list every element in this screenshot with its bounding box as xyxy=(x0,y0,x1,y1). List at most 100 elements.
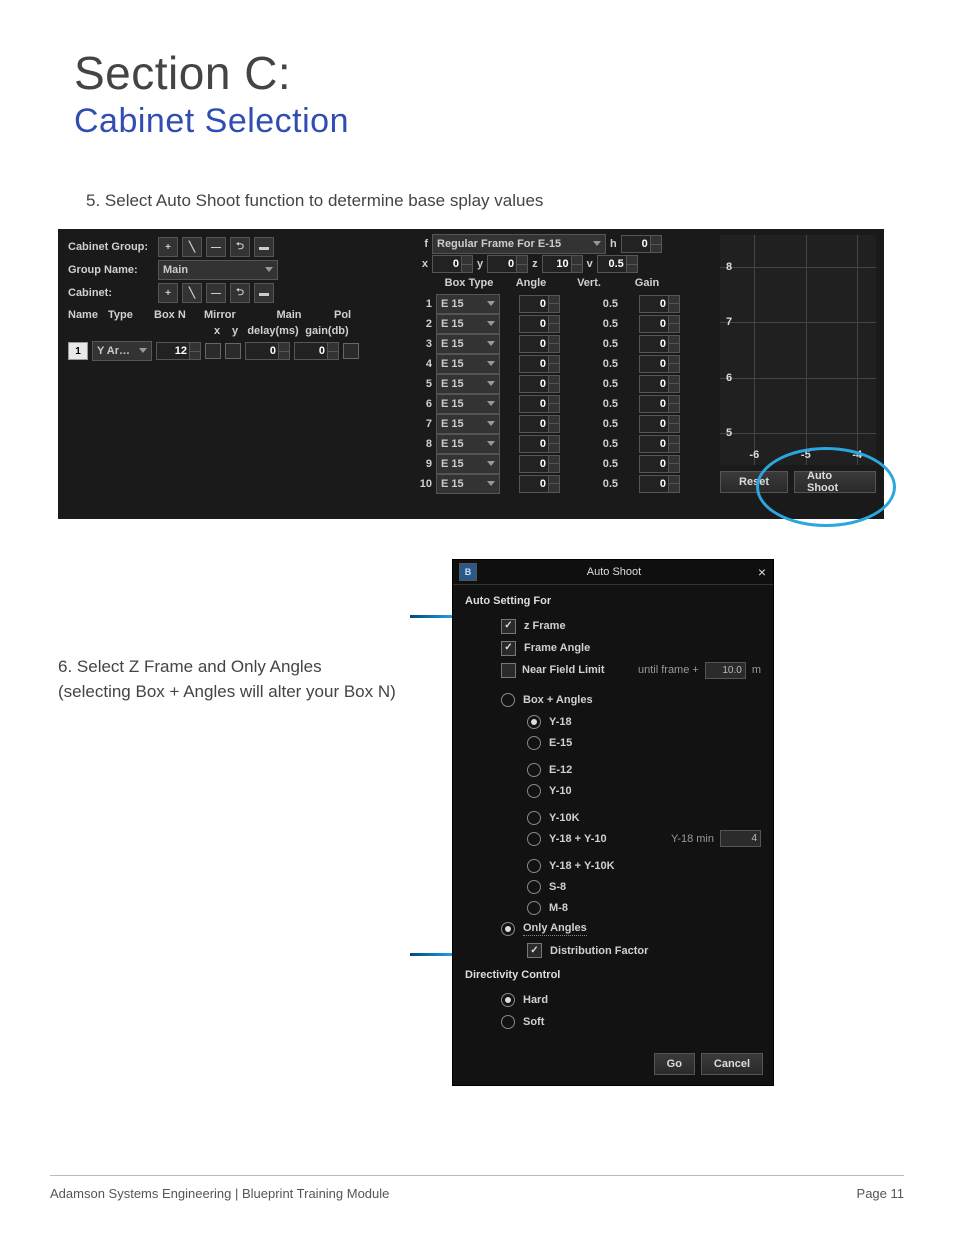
row-gain-spinner[interactable]: 0 xyxy=(639,315,680,333)
boxn-value[interactable]: 12 xyxy=(156,342,190,360)
arrow-icon[interactable]: ⮌ xyxy=(230,283,250,303)
box-type-select[interactable]: E 15 xyxy=(436,414,500,434)
h-value[interactable]: 0 xyxy=(621,235,651,253)
row-gain-value[interactable]: 0 xyxy=(639,435,669,453)
angle-spinner[interactable]: 0 xyxy=(519,475,560,493)
z-frame-checkbox[interactable] xyxy=(501,619,516,634)
angle-value[interactable]: 0 xyxy=(519,455,549,473)
row-gain-spinner[interactable]: 0 xyxy=(639,335,680,353)
line-icon[interactable]: ╲ xyxy=(182,283,202,303)
row-gain-spinner[interactable]: 0 xyxy=(639,475,680,493)
speaker-option-radio[interactable] xyxy=(527,811,541,825)
angle-spinner[interactable]: 0 xyxy=(519,395,560,413)
row-gain-spinner[interactable]: 0 xyxy=(639,455,680,473)
cancel-button[interactable]: Cancel xyxy=(701,1053,763,1075)
group-name-select[interactable]: Main xyxy=(158,260,278,280)
box-type-select[interactable]: E 15 xyxy=(436,314,500,334)
box-type-select[interactable]: E 15 xyxy=(436,474,500,494)
delay-value[interactable]: 0 xyxy=(245,342,279,360)
box-type-select[interactable]: E 15 xyxy=(436,434,500,454)
minus-icon[interactable]: — xyxy=(206,283,226,303)
arrow-icon[interactable]: ⮌ xyxy=(230,237,250,257)
y18-min-input[interactable]: 4 xyxy=(720,830,761,847)
row-gain-value[interactable]: 0 xyxy=(639,475,669,493)
dash-icon[interactable]: ▬ xyxy=(254,237,274,257)
line-icon[interactable]: ╲ xyxy=(182,237,202,257)
angle-value[interactable]: 0 xyxy=(519,435,549,453)
box-type-select[interactable]: E 15 xyxy=(436,454,500,474)
angle-spinner[interactable]: 0 xyxy=(519,435,560,453)
row-gain-value[interactable]: 0 xyxy=(639,295,669,313)
z-spinner[interactable]: 10 xyxy=(542,255,583,273)
z-value[interactable]: 10 xyxy=(542,255,572,273)
row-gain-value[interactable]: 0 xyxy=(639,375,669,393)
y-spinner[interactable]: 0 xyxy=(487,255,528,273)
speaker-option-radio[interactable] xyxy=(527,763,541,777)
x-spinner[interactable]: 0 xyxy=(432,255,473,273)
soft-radio[interactable] xyxy=(501,1015,515,1029)
speaker-option-radio[interactable] xyxy=(527,880,541,894)
angle-value[interactable]: 0 xyxy=(519,295,549,313)
angle-value[interactable]: 0 xyxy=(519,375,549,393)
frame-select[interactable]: Regular Frame For E-15 xyxy=(432,234,606,254)
speaker-option-radio[interactable] xyxy=(527,736,541,750)
v-spinner[interactable]: 0.5 xyxy=(597,255,638,273)
angle-value[interactable]: 0 xyxy=(519,335,549,353)
box-angles-radio[interactable] xyxy=(501,693,515,707)
frame-angle-checkbox[interactable] xyxy=(501,641,516,656)
delay-spinner[interactable]: 0 xyxy=(245,342,290,360)
angle-value[interactable]: 0 xyxy=(519,475,549,493)
row-gain-value[interactable]: 0 xyxy=(639,355,669,373)
only-angles-radio[interactable] xyxy=(501,922,515,936)
gain-value[interactable]: 0 xyxy=(294,342,328,360)
row-gain-value[interactable]: 0 xyxy=(639,415,669,433)
x-value[interactable]: 0 xyxy=(432,255,462,273)
distribution-factor-checkbox[interactable] xyxy=(527,943,542,958)
angle-spinner[interactable]: 0 xyxy=(519,415,560,433)
reset-button[interactable]: Reset xyxy=(720,471,788,493)
boxn-spinner[interactable]: 12 xyxy=(156,342,201,360)
row-type-select[interactable]: Y Ar… xyxy=(92,341,152,361)
v-value[interactable]: 0.5 xyxy=(597,255,627,273)
row-gain-spinner[interactable]: 0 xyxy=(639,415,680,433)
hard-radio[interactable] xyxy=(501,993,515,1007)
speaker-option-radio[interactable] xyxy=(527,715,541,729)
speaker-option-radio[interactable] xyxy=(527,859,541,873)
go-button[interactable]: Go xyxy=(654,1053,695,1075)
mirror-x-checkbox[interactable] xyxy=(205,343,221,359)
row-gain-spinner[interactable]: 0 xyxy=(639,435,680,453)
box-type-select[interactable]: E 15 xyxy=(436,294,500,314)
dash-icon[interactable]: ▬ xyxy=(254,283,274,303)
row-gain-value[interactable]: 0 xyxy=(639,455,669,473)
angle-spinner[interactable]: 0 xyxy=(519,455,560,473)
box-type-select[interactable]: E 15 xyxy=(436,394,500,414)
h-spinner[interactable]: 0 xyxy=(621,235,662,253)
auto-shoot-button[interactable]: Auto Shoot xyxy=(794,471,876,493)
minus-icon[interactable]: — xyxy=(206,237,226,257)
row-gain-value[interactable]: 0 xyxy=(639,395,669,413)
angle-value[interactable]: 0 xyxy=(519,395,549,413)
angle-spinner[interactable]: 0 xyxy=(519,335,560,353)
row-gain-spinner[interactable]: 0 xyxy=(639,355,680,373)
until-frame-input[interactable]: 10.0 xyxy=(705,662,746,679)
angle-spinner[interactable]: 0 xyxy=(519,355,560,373)
row-gain-spinner[interactable]: 0 xyxy=(639,395,680,413)
pol-checkbox[interactable] xyxy=(343,343,359,359)
row-gain-spinner[interactable]: 0 xyxy=(639,295,680,313)
row-gain-spinner[interactable]: 0 xyxy=(639,375,680,393)
row-gain-value[interactable]: 0 xyxy=(639,335,669,353)
speaker-option-radio[interactable] xyxy=(527,832,541,846)
box-type-select[interactable]: E 15 xyxy=(436,334,500,354)
angle-value[interactable]: 0 xyxy=(519,415,549,433)
angle-value[interactable]: 0 xyxy=(519,315,549,333)
box-type-select[interactable]: E 15 xyxy=(436,374,500,394)
add-icon[interactable]: + xyxy=(158,237,178,257)
close-icon[interactable]: × xyxy=(751,564,773,580)
angle-spinner[interactable]: 0 xyxy=(519,315,560,333)
y-value[interactable]: 0 xyxy=(487,255,517,273)
gain-spinner[interactable]: 0 xyxy=(294,342,339,360)
angle-value[interactable]: 0 xyxy=(519,355,549,373)
angle-spinner[interactable]: 0 xyxy=(519,375,560,393)
speaker-option-radio[interactable] xyxy=(527,901,541,915)
near-field-checkbox[interactable] xyxy=(501,663,516,678)
